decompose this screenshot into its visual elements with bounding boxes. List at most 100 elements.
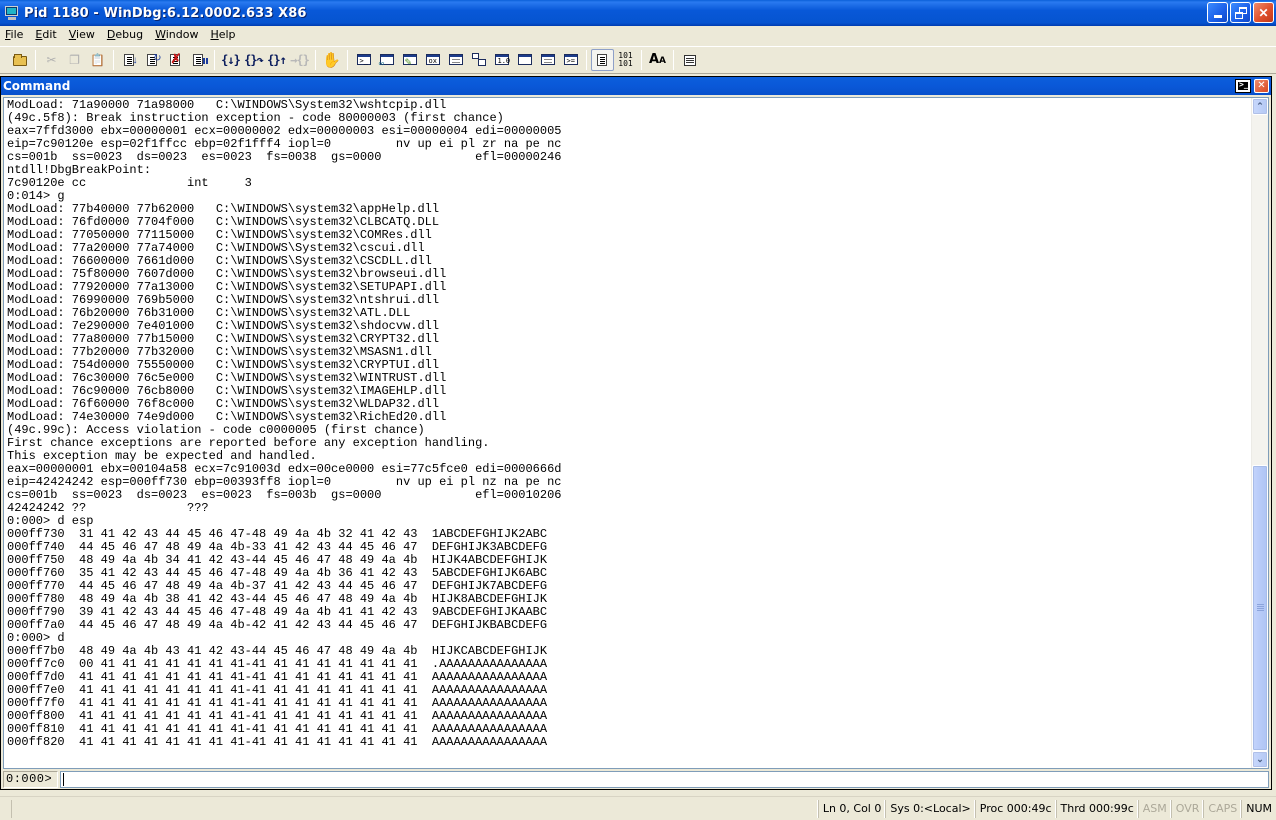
- step-over-button[interactable]: {}↷: [242, 49, 265, 71]
- restore-button[interactable]: [1230, 2, 1251, 23]
- run-to-cursor-icon: →{}: [290, 52, 310, 67]
- stop-debugging-icon: ✗: [169, 50, 182, 66]
- windbg-app-icon[interactable]: [4, 5, 20, 21]
- source-mode-button[interactable]: [591, 48, 614, 71]
- step-out-icon: {}↑: [267, 52, 287, 67]
- status-num: NUM: [1241, 799, 1276, 818]
- scratch-pad-icon: [517, 52, 533, 68]
- paste-icon: 📋: [90, 52, 105, 67]
- disassembly-window-button[interactable]: 1.0: [490, 49, 513, 71]
- registers-window-button[interactable]: ox: [421, 49, 444, 71]
- locals-window-button[interactable]: ✎: [398, 49, 421, 71]
- scroll-up-button[interactable]: ⌃: [1252, 98, 1268, 115]
- memory-window-button[interactable]: [444, 49, 467, 71]
- restore-icon: [1234, 6, 1247, 19]
- stop-debugging-button[interactable]: ✗: [164, 49, 187, 71]
- menu-view[interactable]: View: [63, 26, 101, 45]
- status-line-col: Ln 0, Col 0: [817, 799, 886, 818]
- status-caps: CAPS: [1203, 799, 1241, 818]
- menu-debug[interactable]: Debug: [101, 26, 149, 45]
- menu-file[interactable]: File: [0, 26, 29, 45]
- restart-icon: ↻: [145, 52, 162, 68]
- options-button[interactable]: [678, 49, 701, 71]
- break-button[interactable]: [187, 49, 210, 71]
- grip-icon: [1256, 604, 1264, 612]
- status-asm: ASM: [1137, 799, 1171, 818]
- break-icon: [191, 52, 208, 68]
- close-icon: ✕: [1257, 80, 1266, 91]
- command-window: Command >_ ✕ ModLoad: 71a90000 71a98000 …: [0, 76, 1272, 790]
- command-input[interactable]: [60, 771, 1269, 788]
- output-line: 000ff7a0 44 45 46 47 48 49 4a 4b-42 41 4…: [7, 618, 548, 632]
- options-icon: [682, 52, 698, 68]
- processes-threads-icon: [540, 52, 556, 68]
- title-bar[interactable]: Pid 1180 - WinDbg:6.12.0002.633 X86 ✕: [0, 0, 1276, 26]
- hand-icon: ✋: [322, 51, 341, 69]
- command-window-button[interactable]: >_: [352, 49, 375, 71]
- chevron-down-icon: ⌄: [1256, 754, 1264, 764]
- run-to-cursor-button[interactable]: →{}: [288, 49, 311, 71]
- toolbar-separator: [673, 49, 674, 70]
- chevron-up-icon: ⌃: [1256, 101, 1264, 111]
- dock-button[interactable]: >_: [1235, 79, 1251, 93]
- menu-edit[interactable]: Edit: [29, 26, 62, 45]
- dock-icon: >_: [1239, 80, 1249, 89]
- status-ovr: OVR: [1170, 799, 1204, 818]
- copy-button[interactable]: ❐: [63, 49, 86, 71]
- command-window-close-button[interactable]: ✕: [1254, 79, 1269, 93]
- processes-threads-window-button[interactable]: [536, 49, 559, 71]
- command-output-text: ModLoad: 71a90000 71a98000 C:\WINDOWS\Sy…: [7, 99, 562, 749]
- status-separator: [10, 799, 12, 818]
- copy-icon: ❐: [69, 52, 80, 67]
- memory-icon: [448, 52, 464, 68]
- cut-button[interactable]: ✂: [40, 49, 63, 71]
- command-output[interactable]: ModLoad: 71a90000 71a98000 C:\WINDOWS\Sy…: [3, 97, 1269, 769]
- insert-breakpoint-button[interactable]: ✋: [320, 49, 343, 71]
- status-thread: Thrd 000:99c: [1055, 799, 1138, 818]
- close-icon: ✕: [1258, 5, 1269, 20]
- command-browser-icon: >=: [563, 52, 579, 68]
- status-system: Sys 0:<Local>: [885, 799, 974, 818]
- font-button[interactable]: AA: [646, 49, 669, 71]
- step-over-icon: {}↷: [244, 52, 264, 67]
- go-button[interactable]: ↓: [118, 49, 141, 71]
- watch-window-button[interactable]: ∞: [375, 49, 398, 71]
- command-prompt-row: 0:000>: [3, 771, 1269, 788]
- toolbar-separator: [586, 49, 587, 70]
- binary-mode-icon: 101 101: [618, 50, 633, 68]
- prompt-label: 0:000>: [3, 771, 58, 788]
- vertical-scrollbar[interactable]: ⌃ ⌄: [1251, 98, 1268, 768]
- source-mode-icon: [595, 52, 611, 68]
- registers-icon: ox: [425, 52, 441, 68]
- scratch-pad-window-button[interactable]: [513, 49, 536, 71]
- command-browser-window-button[interactable]: >=: [559, 49, 582, 71]
- step-into-icon: {↓}: [221, 52, 241, 67]
- restart-button[interactable]: ↻: [141, 49, 164, 71]
- locals-icon: ✎: [402, 52, 418, 68]
- status-process: Proc 000:49c: [974, 799, 1056, 818]
- text-caret: [63, 773, 64, 786]
- paste-button[interactable]: 📋: [86, 49, 109, 71]
- command-window-title-bar[interactable]: Command >_ ✕: [1, 77, 1271, 95]
- call-stack-icon: [471, 52, 487, 68]
- go-icon: ↓: [122, 52, 138, 68]
- binary-mode-button[interactable]: 101 101: [614, 49, 637, 71]
- step-out-button[interactable]: {}↑: [265, 49, 288, 71]
- call-stack-window-button[interactable]: [467, 49, 490, 71]
- menu-help[interactable]: Help: [204, 26, 241, 45]
- menu-window[interactable]: Window: [149, 26, 204, 45]
- output-line: 000ff820 41 41 41 41 41 41 41 41-41 41 4…: [7, 735, 548, 749]
- menu-bar: File Edit View Debug Window Help: [0, 26, 1276, 45]
- toolbar-separator: [347, 49, 348, 70]
- watch-icon: ∞: [379, 52, 395, 68]
- step-into-button[interactable]: {↓}: [219, 49, 242, 71]
- toolbar-separator: [641, 49, 642, 70]
- toolbar-separator: [214, 49, 215, 70]
- font-icon: AA: [648, 52, 667, 67]
- minimize-button[interactable]: [1207, 2, 1228, 23]
- scroll-down-button[interactable]: ⌄: [1252, 751, 1268, 768]
- disassembly-icon: 1.0: [494, 52, 510, 68]
- close-button[interactable]: ✕: [1253, 2, 1274, 23]
- open-executable-button[interactable]: [8, 49, 31, 71]
- scrollbar-thumb[interactable]: [1252, 464, 1268, 751]
